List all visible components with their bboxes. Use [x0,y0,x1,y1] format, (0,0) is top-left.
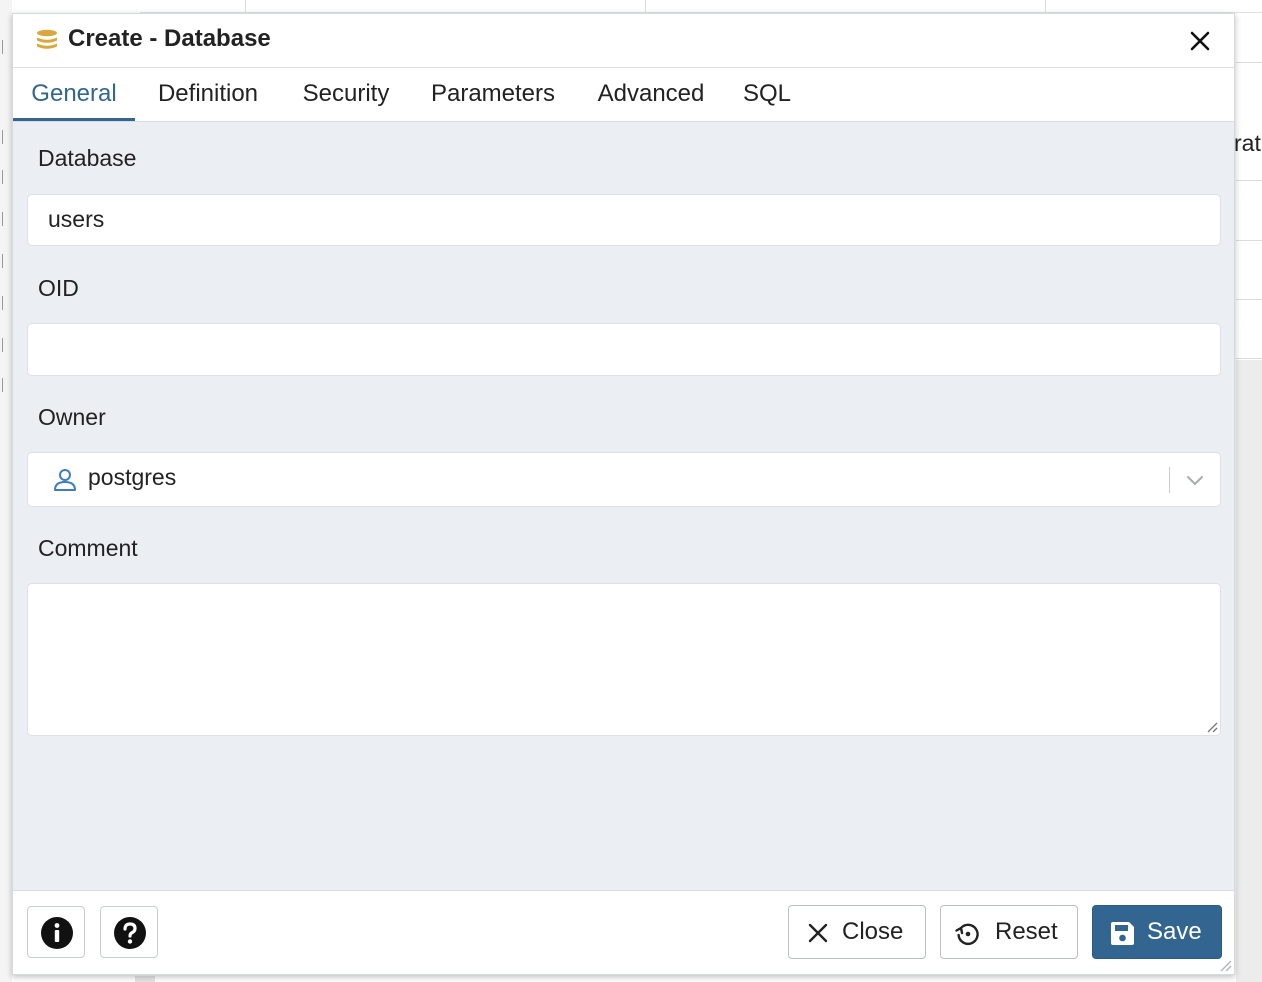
database-name-value: users [48,206,105,232]
comment-label: Comment [38,535,138,561]
help-icon [114,917,146,949]
background-mark [2,40,9,54]
resize-handle-icon[interactable] [1204,719,1218,733]
save-button[interactable]: Save [1092,905,1222,959]
dialog-footer: Close Reset Save [13,890,1234,974]
close-button-label: Close [842,918,904,945]
background-mark [2,170,9,184]
database-icon [37,29,57,49]
info-icon [41,917,73,949]
reset-button[interactable]: Reset [940,905,1078,959]
background-partial-text: rat [1234,130,1261,156]
reset-icon [955,923,979,946]
user-icon [54,469,76,491]
owner-label: Owner [38,404,106,430]
dialog-title: Create - Database [68,25,271,52]
chevron-down-icon[interactable] [1184,469,1206,491]
tab-general[interactable]: General [13,68,135,121]
database-label: Database [38,145,137,171]
background-empty-area [1236,360,1262,982]
background-mark [2,378,9,392]
close-button[interactable]: Close [788,905,926,959]
background-mark [2,254,9,268]
tab-sql[interactable]: SQL [737,68,797,121]
background-grid-row [1236,62,1262,63]
save-icon [1111,922,1134,945]
dialog-titlebar[interactable]: Create - Database [13,14,1234,68]
background-grid-right [1236,62,1262,360]
tab-advanced[interactable]: Advanced [590,68,712,121]
background-mark [2,130,9,144]
background-grid-column [245,0,246,12]
reset-button-label: Reset [995,918,1058,945]
tab-parameters[interactable]: Parameters [423,68,563,121]
tab-definition[interactable]: Definition [148,68,268,121]
tab-bar: General Definition Security Parameters A… [13,68,1234,122]
background-mark [2,296,9,310]
oid-label: OID [38,275,79,301]
help-button[interactable] [100,906,158,958]
background-grid-row [1236,180,1262,181]
dialog-resize-icon[interactable] [1218,958,1232,972]
tab-security[interactable]: Security [293,68,399,121]
close-icon [808,923,828,943]
background-grid-column [1045,0,1046,12]
background-grid-row [1236,358,1262,359]
create-database-dialog: Create - Database General Definition Sec… [12,13,1235,975]
background-grid-header [140,0,1262,13]
close-icon[interactable] [1186,27,1214,55]
save-button-label: Save [1147,918,1202,945]
comment-textarea[interactable] [27,583,1221,736]
background-strip [135,976,155,982]
background-mark [2,212,9,226]
oid-input[interactable] [27,323,1221,376]
background-grid-row [1236,299,1262,300]
background-left-panel [0,0,12,982]
background-grid-row [1236,240,1262,241]
owner-value: postgres [88,464,177,490]
owner-select[interactable]: postgres [27,452,1221,507]
background-grid-column [645,0,646,12]
info-button[interactable] [27,906,85,958]
background-mark [2,338,9,352]
select-separator [1169,467,1170,493]
database-name-input[interactable]: users [27,194,1221,246]
